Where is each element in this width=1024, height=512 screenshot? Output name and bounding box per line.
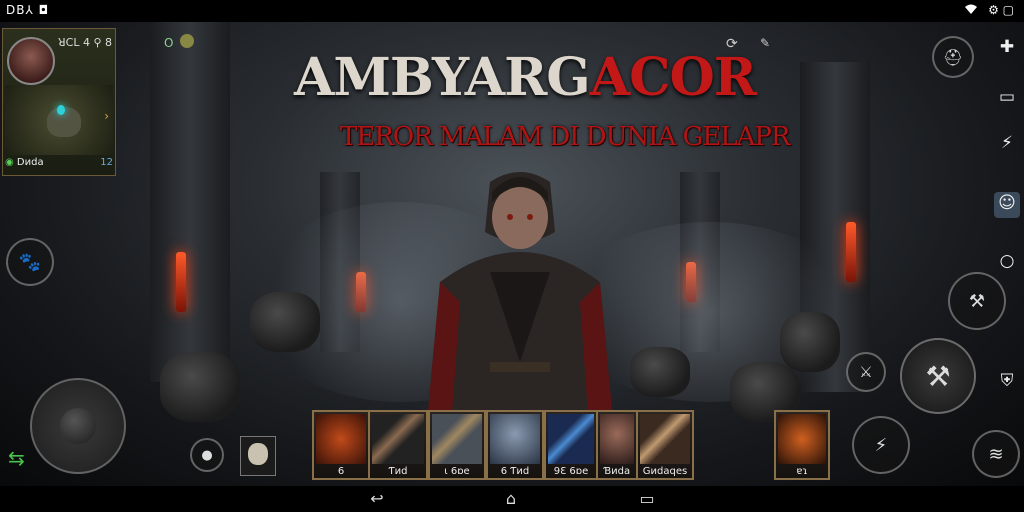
face-icon	[600, 414, 634, 464]
skill-label: Ƭᴎd	[388, 466, 408, 477]
barrel	[160, 352, 240, 422]
game-scene[interactable]: AMBYARGACOR TEROR MALAM DI DUNIA GELAPR …	[0, 22, 1024, 486]
cat-skill-button[interactable]: 🐾	[6, 238, 54, 286]
torch-glow	[176, 252, 186, 312]
leaf-icon: ◉	[5, 157, 14, 168]
refresh-icon[interactable]: ⟳	[726, 36, 738, 52]
minimap[interactable]: ›	[5, 85, 113, 155]
dodge-button[interactable]: ⚡	[852, 416, 910, 474]
status-left-text: ꓓB⅄ ◘	[6, 3, 50, 17]
skill-slot-5[interactable]: 9Ɛ 6ɒe	[544, 410, 598, 480]
item-slot[interactable]: ɐɿ	[774, 410, 830, 480]
skill-slot-3[interactable]: ɩ 6ɒe	[428, 410, 486, 480]
cat-icon: 🐾	[18, 251, 42, 273]
skill-slot-2[interactable]: Ƭᴎd	[368, 410, 428, 480]
movement-joystick[interactable]	[30, 378, 126, 474]
fire-face-icon	[316, 414, 366, 464]
helmet-button[interactable]: ⛑	[932, 36, 974, 78]
title-part-2: ACOR	[589, 47, 757, 108]
weapon-skill-button[interactable]: ⚒	[948, 272, 1006, 330]
skill-label: 6	[337, 466, 345, 477]
bubble-icon: ●	[201, 447, 213, 463]
blue-blade-icon	[548, 414, 594, 464]
joystick-knob[interactable]	[60, 408, 96, 444]
ring-icon[interactable]: ○	[996, 250, 1018, 272]
game-title: AMBYARGACOR	[294, 52, 757, 104]
skill-slot-6[interactable]: Ɓᴎda	[596, 410, 638, 480]
skill-slot-1[interactable]: 6	[312, 410, 370, 480]
slash-skill-button[interactable]: ≋	[972, 430, 1020, 478]
puzzle-icon[interactable]: ✚	[996, 36, 1018, 58]
skill-slot-4[interactable]: 6 Ƭᴎd	[486, 410, 544, 480]
game-subtitle: TEROR MALAM DI DUNIA GELAPR	[340, 122, 790, 152]
helmet-icon: ⛑	[942, 47, 964, 67]
attack-button[interactable]: ⚒	[900, 338, 976, 414]
warrior-icon	[490, 414, 540, 464]
recents-icon[interactable]: ▭	[638, 490, 656, 508]
cross-skill-button[interactable]: ⚔	[846, 352, 886, 392]
chat-icon[interactable]: ✎	[760, 36, 770, 50]
player-info: ꓤCL 4 ⚲ 8	[58, 36, 112, 49]
barrel	[630, 347, 690, 397]
power-icon[interactable]: ⚡	[996, 132, 1018, 154]
status-right-text: ⚙ ▢	[988, 3, 1014, 17]
hero-character	[425, 172, 615, 442]
skill-slot-7[interactable]: Gᴎdaqes	[636, 410, 694, 480]
player-panel[interactable]: › ◉ Dᴎda 12	[2, 28, 116, 176]
status-bar: ꓓB⅄ ◘ ⚙ ▢	[0, 0, 1024, 22]
portrait-icon[interactable]: ☺	[994, 192, 1020, 218]
skill-label: 6 Ƭᴎd	[500, 466, 530, 477]
title-part-1: AMBYARG	[294, 47, 591, 108]
slash-icon: ≋	[988, 443, 1004, 465]
boot-icon: ⚡	[874, 434, 888, 456]
skill-label: Gᴎdaqes	[642, 466, 688, 477]
panel-label: Dᴎda	[16, 157, 44, 168]
skill-label: ɩ 6ɒe	[444, 466, 470, 477]
wifi-icon	[964, 3, 978, 18]
skull-icon	[248, 443, 268, 465]
torch-glow	[846, 222, 856, 282]
minimap-badge: 12	[100, 157, 113, 168]
arrow-right-icon: ›	[104, 109, 109, 123]
panel-bottom-bar: ◉ Dᴎda 12	[5, 157, 113, 173]
skill-label: 9Ɛ 6ɒe	[553, 466, 589, 477]
sword-icon	[432, 414, 482, 464]
back-icon[interactable]: ↩	[368, 490, 386, 508]
badge-o: O	[164, 36, 174, 50]
torch-icon	[778, 414, 826, 464]
player-marker-icon	[57, 105, 65, 115]
stone-pillar-left	[150, 22, 230, 382]
shield-icon[interactable]: ⛨	[996, 370, 1018, 392]
skull-item-slot[interactable]	[240, 436, 276, 476]
scroll-icon	[372, 414, 424, 464]
gem-icon[interactable]	[180, 34, 194, 48]
axe-icon: ⚒	[968, 290, 986, 312]
barrel	[780, 312, 840, 372]
barrel	[250, 292, 320, 352]
emote-button[interactable]: ●	[190, 438, 224, 472]
screen-icon[interactable]: ▭	[996, 86, 1018, 108]
player-avatar[interactable]	[7, 37, 55, 85]
navigation-bar: ↩ ⌂ ▭	[0, 486, 1024, 512]
swap-arrows-icon[interactable]: ⇆	[8, 446, 25, 470]
hammer-icon: ⚒	[925, 359, 951, 393]
home-icon[interactable]: ⌂	[502, 490, 520, 508]
horn-icon	[640, 414, 690, 464]
skill-label: Ɓᴎda	[603, 466, 631, 477]
crossed-swords-icon: ⚔	[859, 363, 873, 381]
item-slot-label: ɐɿ	[796, 466, 808, 477]
